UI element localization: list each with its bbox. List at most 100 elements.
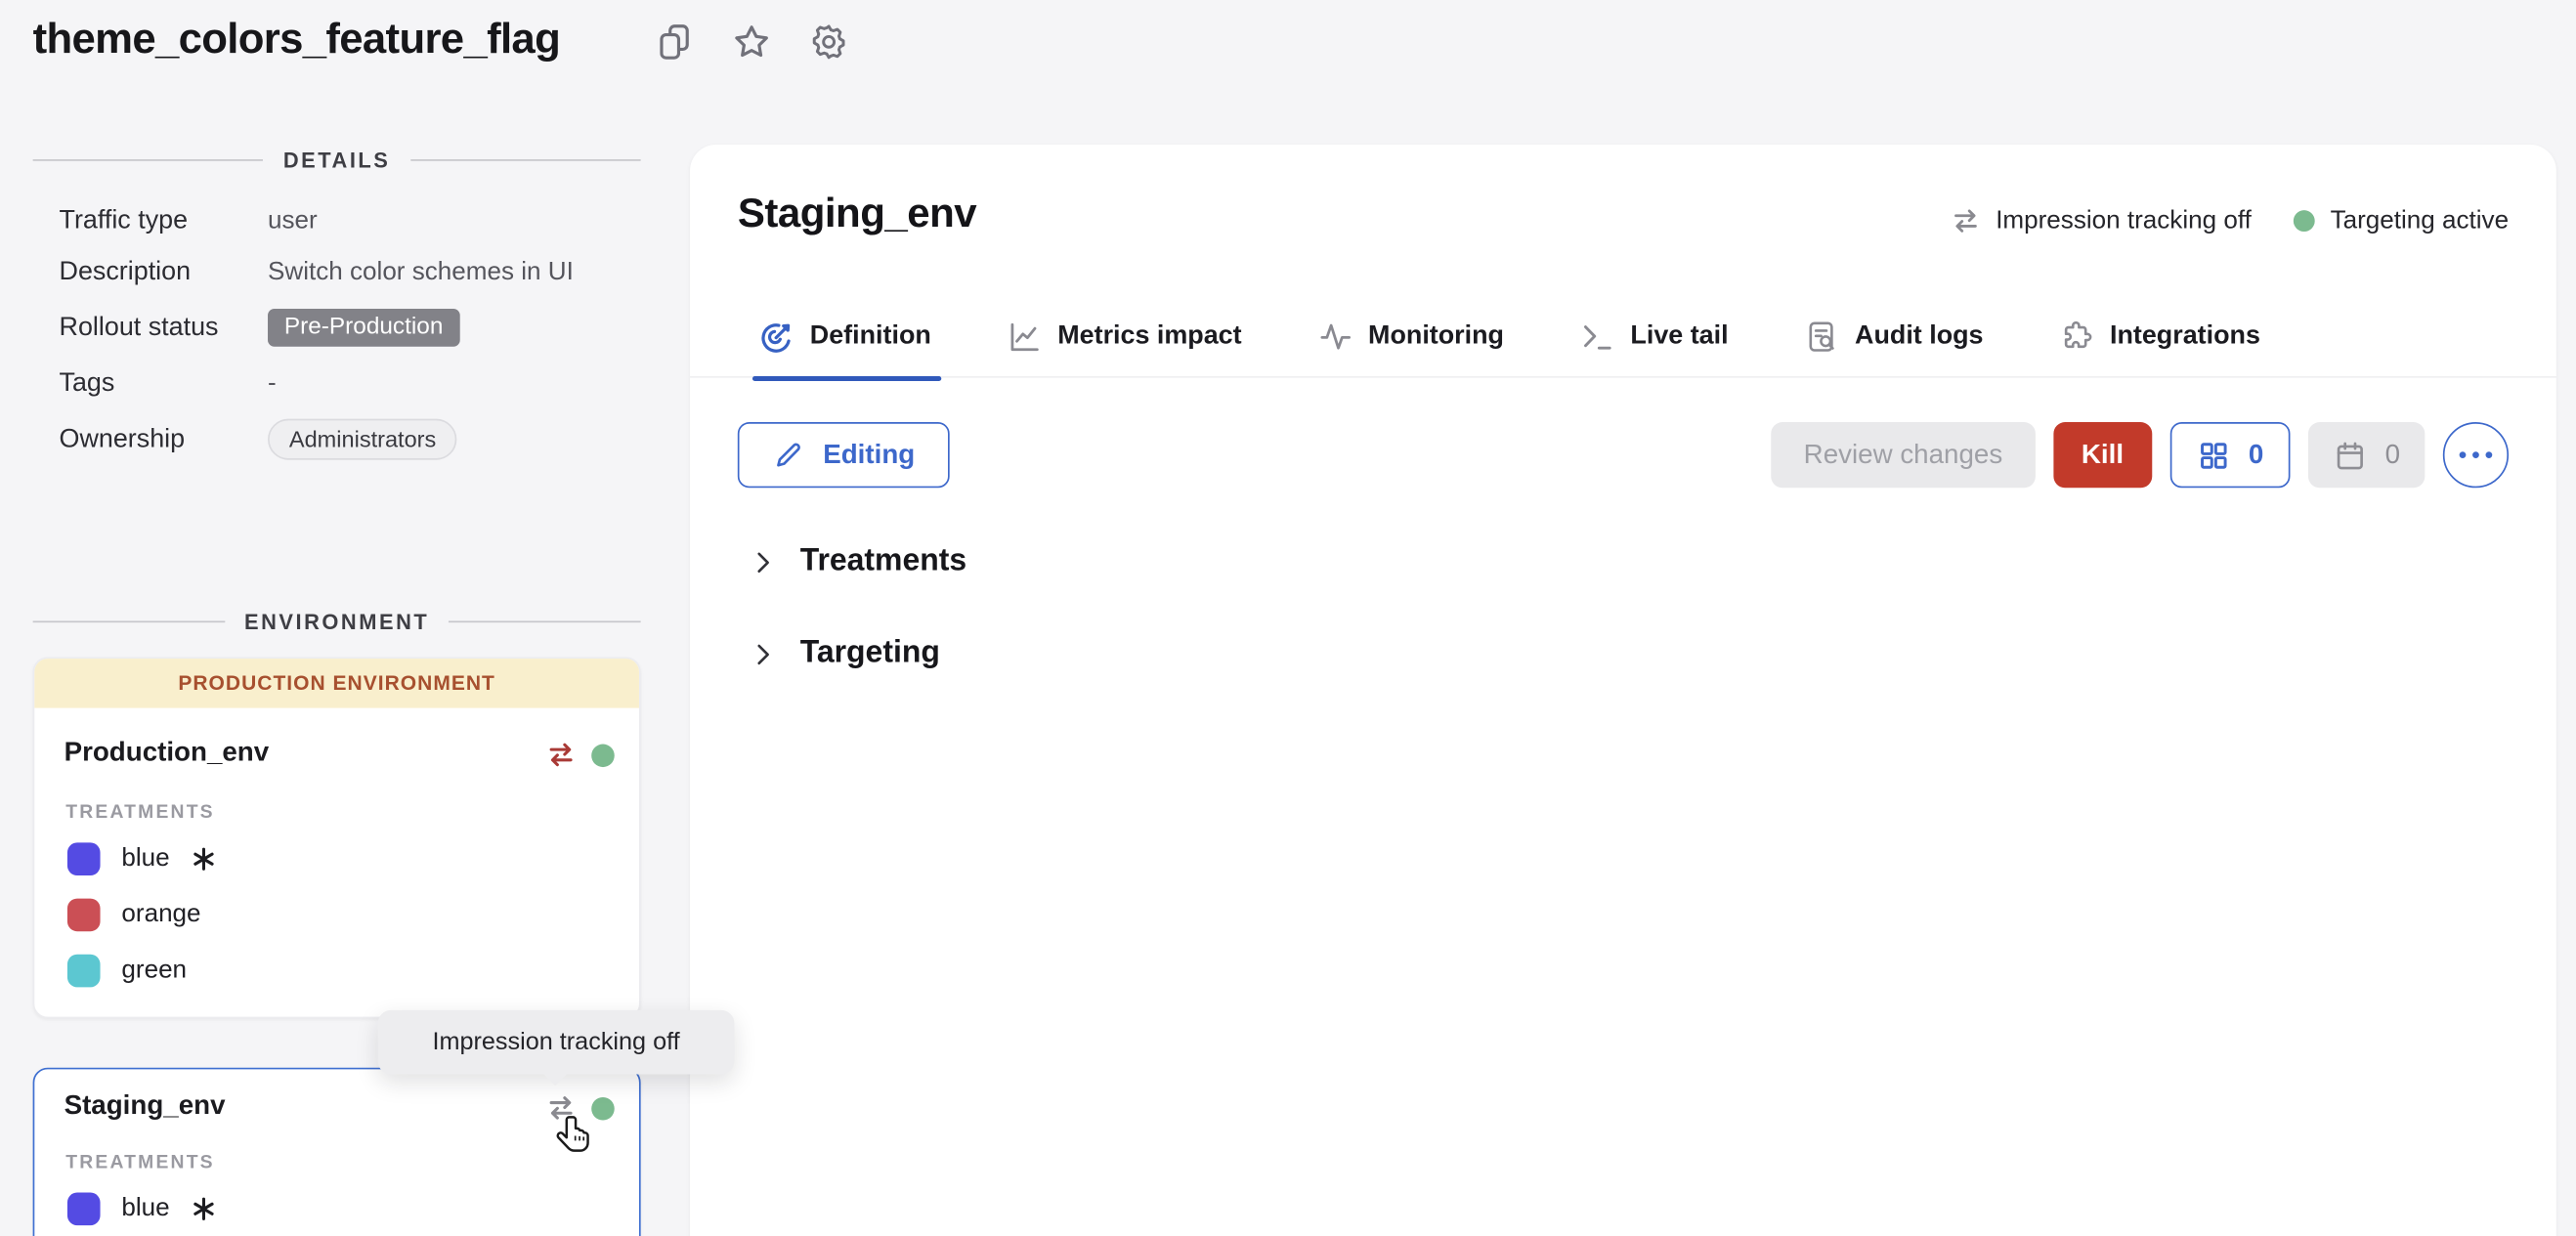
review-changes-button[interactable]: Review changes (1771, 422, 2036, 488)
treatment-swatch (67, 842, 101, 875)
kill-button[interactable]: Kill (2053, 422, 2151, 488)
mouse-cursor-pointer (552, 1112, 596, 1156)
editing-label: Editing (823, 440, 915, 471)
environment-title: Staging_env (738, 191, 976, 238)
header-actions (654, 21, 849, 63)
tab-integrations[interactable]: Integrations (2059, 309, 2260, 364)
environment-heading: ENVIRONMENT (244, 610, 429, 634)
production-env-name: Production_env (64, 738, 270, 769)
chevron-right-icon (750, 640, 778, 668)
rollout-status-badge: Pre-Production (268, 309, 459, 347)
chevron-right-icon (750, 548, 778, 576)
tab-monitoring[interactable]: Monitoring (1317, 309, 1504, 364)
editing-button[interactable]: Editing (738, 422, 950, 488)
environment-status-row: Impression tracking off Targeting active (1950, 205, 2509, 236)
page: theme_colors_feature_flag DETAILS Traffi… (0, 0, 2576, 1236)
treatment-name: green (121, 956, 187, 985)
target-arrow-icon (757, 318, 795, 356)
detail-row-ownership: Ownership Administrators (60, 419, 458, 460)
tab-metrics-impact[interactable]: Metrics impact (1007, 309, 1241, 364)
treatment-swatch (67, 1192, 101, 1225)
detail-label: Traffic type (60, 207, 269, 236)
default-treatment-asterisk-icon (192, 1196, 218, 1222)
tab-live-tail[interactable]: Live tail (1579, 309, 1728, 364)
targeting-section-label: Targeting (800, 636, 940, 672)
treatment-row: blue (67, 1192, 218, 1225)
document-search-icon (1804, 319, 1840, 355)
tab-audit-logs[interactable]: Audit logs (1804, 309, 1984, 364)
treatment-name: blue (121, 1194, 169, 1223)
production-env-card[interactable]: PRODUCTION ENVIRONMENT Production_env TR… (33, 657, 641, 1018)
treatments-section-toggle[interactable]: Treatments (750, 543, 967, 579)
treatment-row: green (67, 955, 187, 988)
targeting-active-dot (591, 744, 615, 767)
targeting-section-toggle[interactable]: Targeting (750, 636, 940, 672)
segments-count: 0 (2249, 440, 2263, 471)
default-treatment-asterisk-icon (192, 846, 218, 873)
detail-value: Switch color schemes in UI (268, 258, 574, 287)
ellipsis-dot (2485, 451, 2493, 459)
tab-label: Monitoring (1368, 321, 1504, 351)
treatment-swatch (67, 899, 101, 932)
tab-bar: Definition Metrics impact Monitoring (690, 309, 2556, 378)
terminal-icon (1579, 319, 1615, 355)
environment-detail-panel: Staging_env Impression tracking off Targ… (690, 145, 2556, 1236)
kill-label: Kill (2082, 440, 2124, 471)
copy-icon[interactable] (654, 21, 695, 63)
more-options-button[interactable] (2443, 422, 2509, 488)
impression-tracking-tooltip: Impression tracking off (378, 1010, 735, 1075)
detail-value: user (268, 207, 318, 236)
schedule-count: 0 (2385, 440, 2400, 471)
tab-label: Live tail (1630, 321, 1728, 351)
ellipsis-dot (2459, 451, 2467, 459)
details-section-header: DETAILS (33, 148, 641, 172)
puzzle-icon (2059, 319, 2095, 355)
tab-label: Integrations (2110, 321, 2260, 351)
line-chart-icon (1007, 319, 1043, 355)
treatments-label: TREATMENTS (65, 1153, 215, 1172)
treatment-row: orange (67, 899, 201, 932)
ellipsis-dot (2472, 451, 2480, 459)
treatment-name: orange (121, 900, 200, 929)
star-icon[interactable] (731, 21, 772, 63)
detail-row-description: Description Switch color schemes in UI (60, 258, 574, 287)
tab-definition[interactable]: Definition (757, 309, 931, 364)
environment-section-header: ENVIRONMENT (33, 610, 641, 634)
pulse-icon (1317, 319, 1353, 355)
segments-count-button[interactable]: 0 (2169, 422, 2290, 488)
review-changes-label: Review changes (1804, 440, 2003, 471)
grid-icon (2196, 438, 2230, 472)
impression-tracking-swap-icon[interactable] (545, 740, 577, 771)
impression-tracking-label: Impression tracking off (1996, 206, 2252, 235)
detail-row-traffic-type: Traffic type user (60, 207, 318, 236)
treatments-section-label: Treatments (800, 543, 966, 579)
gear-icon[interactable] (808, 21, 849, 63)
ownership-pill[interactable]: Administrators (268, 419, 457, 460)
toolbar: Editing Review changes Kill (738, 422, 2509, 488)
targeting-active-dot (2295, 210, 2316, 232)
detail-row-rollout-status: Rollout status Pre-Production (60, 309, 460, 347)
details-heading: DETAILS (283, 148, 391, 172)
treatment-name: blue (121, 844, 169, 874)
treatment-swatch (67, 955, 101, 988)
page-title: theme_colors_feature_flag (33, 13, 560, 64)
calendar-icon (2333, 438, 2367, 472)
targeting-status: Targeting active (2295, 206, 2509, 235)
staging-env-card[interactable]: Staging_env TREATMENTS blue (33, 1068, 641, 1236)
detail-row-tags: Tags - (60, 369, 277, 399)
impression-tracking-status: Impression tracking off (1950, 205, 2252, 236)
tab-label: Definition (810, 321, 931, 351)
tab-label: Audit logs (1855, 321, 1983, 351)
schedule-count-button[interactable]: 0 (2308, 422, 2426, 488)
detail-label: Description (60, 258, 269, 287)
pencil-icon (772, 439, 805, 472)
tab-label: Metrics impact (1057, 321, 1241, 351)
treatments-label: TREATMENTS (65, 803, 215, 823)
swap-arrows-icon (1950, 205, 1981, 236)
production-env-status-icons (545, 740, 615, 771)
detail-label: Ownership (60, 425, 269, 454)
detail-label: Tags (60, 369, 269, 399)
detail-label: Rollout status (60, 313, 269, 342)
targeting-active-label: Targeting active (2331, 206, 2510, 235)
staging-env-name: Staging_env (64, 1090, 226, 1122)
